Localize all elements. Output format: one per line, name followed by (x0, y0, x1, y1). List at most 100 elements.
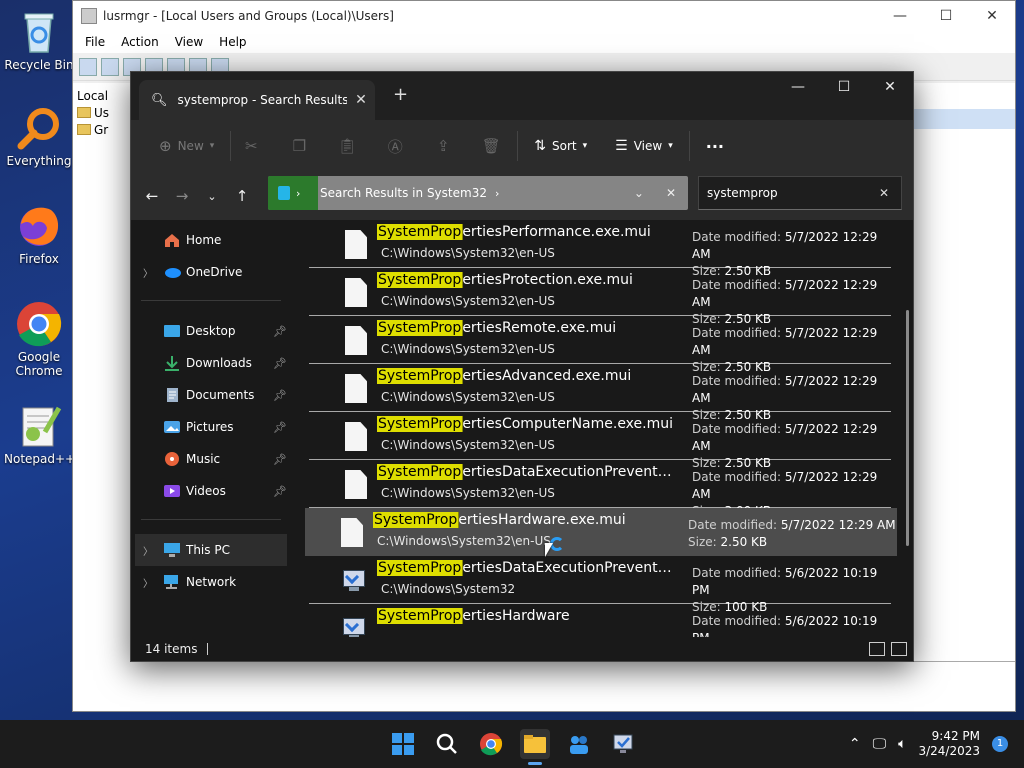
file-name-rest: ertiesHardware.exe.mui (458, 512, 626, 528)
taskbar-lusrmgr[interactable] (564, 729, 594, 759)
search-match-highlight: SystemProp (377, 272, 464, 288)
file-row[interactable]: SystemPropertiesDataExecutionPrevention C… (309, 556, 891, 614)
explorer-title-bar[interactable]: 🔍︎ systemprop - Search Results i ✕ + — ☐… (131, 72, 913, 120)
nav-item-documents[interactable]: Documents 📌︎ (131, 379, 291, 411)
back-arrow-icon[interactable] (79, 57, 97, 76)
file-row[interactable]: SystemPropertiesComputerName.exe.mui C:\W… (309, 412, 891, 470)
volume-icon[interactable]: 🔈︎ (898, 736, 906, 752)
minimize-icon[interactable]: — (775, 72, 821, 102)
tree-item-users[interactable]: Us (77, 104, 137, 121)
chrome-icon (15, 300, 63, 348)
file-path: C:\Windows\System32\en-US (377, 534, 551, 548)
details-view-icon[interactable] (869, 642, 885, 656)
file-row[interactable]: SystemPropertiesAdvanced.exe.mui C:\Windo… (309, 364, 891, 422)
delete-icon[interactable]: 🗑︎ (477, 137, 505, 155)
nav-item-pictures[interactable]: Pictures 📌︎ (131, 411, 291, 443)
pin-icon[interactable]: 📌︎ (273, 421, 287, 434)
notification-badge[interactable]: 1 (992, 736, 1008, 752)
maximize-icon[interactable]: ☐ (821, 72, 867, 102)
taskbar-file-explorer[interactable] (520, 729, 550, 765)
share-icon[interactable]: ⇪ (429, 137, 457, 155)
desktop-icon-google-chrome[interactable]: Google Chrome (4, 300, 74, 378)
view-button[interactable]: ☰ View ▾ (605, 130, 683, 162)
cut-icon[interactable]: ✂ (237, 137, 265, 155)
tree-item-local[interactable]: Local (77, 87, 137, 104)
file-row[interactable]: SystemPropertiesDataExecutionPrevention.… (309, 460, 891, 518)
search-input[interactable]: systemprop ✕ (698, 176, 902, 210)
stop-search-icon[interactable]: ✕ (666, 186, 676, 200)
desktop-icon-label: Notepad++ (4, 452, 76, 466)
windows-logo-icon (392, 733, 414, 755)
file-icon (345, 230, 367, 259)
pin-icon[interactable]: 📌︎ (273, 453, 287, 466)
search-icon: 🔍︎ (151, 92, 168, 108)
back-arrow-icon[interactable]: ← (137, 187, 167, 205)
tab-close-icon[interactable]: ✕ (347, 92, 375, 108)
file-explorer-window[interactable]: 🔍︎ systemprop - Search Results i ✕ + — ☐… (130, 71, 914, 662)
nav-item-downloads[interactable]: Downloads 📌︎ (131, 347, 291, 379)
desktop-icon-recycle-bin[interactable]: Recycle Bin (4, 8, 74, 72)
maximize-icon[interactable]: ☐ (923, 8, 969, 24)
status-bar: 14 items (131, 637, 913, 661)
tree-item-groups[interactable]: Gr (77, 121, 137, 138)
breadcrumb[interactable]: Search Results in System32 (320, 186, 487, 200)
minimize-icon[interactable]: — (877, 8, 923, 24)
explorer-tab[interactable]: 🔍︎ systemprop - Search Results i ✕ (139, 80, 375, 120)
pin-icon[interactable]: 📌︎ (273, 389, 287, 402)
file-row[interactable]: SystemPropertiesHardware.exe.mui C:\Windo… (305, 508, 897, 556)
see-more-button[interactable]: ··· (696, 130, 734, 162)
start-button[interactable] (388, 729, 418, 759)
pin-icon[interactable]: 📌︎ (273, 357, 287, 370)
desktop-icon-notepad-plus-plus[interactable]: Notepad++ (4, 402, 76, 466)
close-icon[interactable]: ✕ (867, 72, 913, 102)
users-groups-icon (570, 736, 588, 754)
nav-item-videos[interactable]: Videos 📌︎ (131, 475, 291, 507)
file-row[interactable]: SystemPropertiesHardware Date modified: 5… (309, 604, 891, 637)
close-icon[interactable]: ✕ (969, 8, 1015, 24)
nav-item-network[interactable]: 〉 Network (131, 566, 291, 598)
pin-icon[interactable]: 📌︎ (273, 325, 287, 338)
nav-item-music[interactable]: Music 📌︎ (131, 443, 291, 475)
vertical-scrollbar[interactable] (906, 310, 909, 546)
file-row[interactable]: SystemPropertiesRemote.exe.mui C:\Windows… (309, 316, 891, 374)
menu-file[interactable]: File (77, 35, 113, 49)
desktop-icon-firefox[interactable]: Firefox (4, 202, 74, 266)
search-match-highlight: SystemProp (377, 608, 464, 624)
clock-date: 3/24/2023 (918, 744, 980, 758)
copy-icon[interactable]: ❐ (285, 137, 313, 155)
nav-item-desktop[interactable]: Desktop 📌︎ (131, 315, 291, 347)
new-button[interactable]: ⊕ New ▾ (149, 130, 224, 162)
paste-icon[interactable]: 📋︎ (333, 137, 361, 155)
address-history-chevron-icon[interactable]: ⌄ (634, 186, 644, 200)
taskbar-search-button[interactable] (432, 729, 462, 759)
lusrmgr-menu-bar: File Action View Help (73, 31, 1015, 53)
menu-view[interactable]: View (167, 35, 211, 49)
clock[interactable]: 9:42 PM 3/24/2023 (918, 729, 980, 759)
nav-item-onedrive[interactable]: 〉 OneDrive (131, 256, 291, 288)
up-arrow-icon[interactable]: ↑ (227, 187, 257, 205)
desktop-icon-everything[interactable]: Everything (4, 104, 74, 168)
nav-item-this-pc[interactable]: 〉 This PC (135, 534, 287, 566)
chevron-up-icon[interactable]: ⌃ (849, 736, 861, 752)
network-tray-icon[interactable]: 🖵︎ (873, 736, 887, 752)
clear-search-icon[interactable]: ✕ (879, 186, 889, 200)
pin-icon[interactable]: 📌︎ (273, 485, 287, 498)
clock-time: 9:42 PM (931, 729, 980, 743)
taskbar-system-properties[interactable] (608, 729, 638, 759)
recent-locations-chevron-icon[interactable]: ⌄ (197, 190, 227, 203)
menu-help[interactable]: Help (211, 35, 254, 49)
forward-arrow-icon[interactable] (101, 57, 119, 76)
file-row[interactable]: SystemPropertiesPerformance.exe.mui C:\Wi… (309, 220, 891, 278)
forward-arrow-icon[interactable]: → (167, 187, 197, 205)
lusrmgr-title-bar[interactable]: lusrmgr - [Local Users and Groups (Local… (73, 1, 1015, 31)
nav-item-home[interactable]: Home (131, 224, 291, 256)
large-icons-view-icon[interactable] (891, 642, 907, 656)
menu-action[interactable]: Action (113, 35, 167, 49)
sort-button[interactable]: ⇅ Sort ▾ (524, 130, 597, 162)
new-tab-icon[interactable]: + (393, 84, 408, 105)
recycle-bin-icon (15, 8, 63, 56)
file-row[interactable]: SystemPropertiesProtection.exe.mui C:\Win… (309, 268, 891, 326)
rename-icon[interactable]: Ⓐ (381, 136, 409, 157)
address-box[interactable]: › Search Results in System32 › ⌄ ✕ (268, 176, 688, 210)
taskbar-chrome[interactable] (476, 729, 506, 759)
